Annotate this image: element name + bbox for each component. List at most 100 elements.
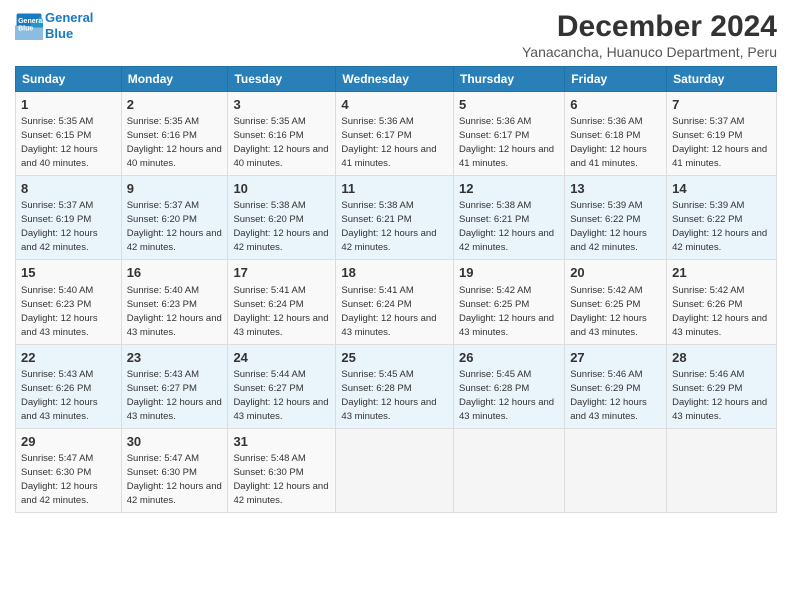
day-number: 19 <box>459 264 559 282</box>
week-row-1: 1 Sunrise: 5:35 AMSunset: 6:15 PMDaylight… <box>16 92 777 176</box>
week-row-2: 8Sunrise: 5:37 AMSunset: 6:19 PMDaylight… <box>16 176 777 260</box>
logo-text: General Blue <box>45 10 93 41</box>
calendar-cell: 9Sunrise: 5:37 AMSunset: 6:20 PMDaylight… <box>121 176 228 260</box>
header: General Blue General Blue December 2024 … <box>15 10 777 60</box>
calendar-cell: 4 Sunrise: 5:36 AMSunset: 6:17 PMDaylight… <box>336 92 454 176</box>
cell-content: Sunrise: 5:36 AMSunset: 6:18 PMDaylight:… <box>570 116 647 169</box>
day-number: 17 <box>233 264 330 282</box>
svg-text:Blue: Blue <box>18 25 33 32</box>
day-number: 28 <box>672 349 771 367</box>
day-number: 31 <box>233 433 330 451</box>
header-sunday: Sunday <box>16 67 122 92</box>
cell-content: Sunrise: 5:36 AMSunset: 6:17 PMDaylight:… <box>341 116 436 169</box>
day-number: 4 <box>341 96 448 114</box>
calendar-cell: 18Sunrise: 5:41 AMSunset: 6:24 PMDayligh… <box>336 260 454 344</box>
calendar-cell: 21 Sunrise: 5:42 AMSunset: 6:26 PMDayligh… <box>667 260 777 344</box>
day-number: 27 <box>570 349 661 367</box>
day-number: 18 <box>341 264 448 282</box>
calendar-cell: 28Sunrise: 5:46 AMSunset: 6:29 PMDayligh… <box>667 344 777 428</box>
day-number: 30 <box>127 433 223 451</box>
cell-content: Sunrise: 5:42 AMSunset: 6:25 PMDaylight:… <box>459 285 554 338</box>
cell-content: Sunrise: 5:37 AMSunset: 6:19 PMDaylight:… <box>672 116 767 169</box>
calendar-cell: 19 Sunrise: 5:42 AMSunset: 6:25 PMDayligh… <box>454 260 565 344</box>
cell-content: Sunrise: 5:39 AMSunset: 6:22 PMDaylight:… <box>570 200 647 253</box>
calendar-cell: 20 Sunrise: 5:42 AMSunset: 6:25 PMDayligh… <box>565 260 667 344</box>
week-row-4: 22 Sunrise: 5:43 AMSunset: 6:26 PMDayligh… <box>16 344 777 428</box>
day-number: 6 <box>570 96 661 114</box>
svg-text:General: General <box>18 17 43 24</box>
day-number: 25 <box>341 349 448 367</box>
day-number: 10 <box>233 180 330 198</box>
cell-content: Sunrise: 5:40 AMSunset: 6:23 PMDaylight:… <box>21 285 98 338</box>
calendar-cell: 24 Sunrise: 5:44 AMSunset: 6:27 PMDayligh… <box>228 344 336 428</box>
calendar-cell: 27 Sunrise: 5:46 AMSunset: 6:29 PMDayligh… <box>565 344 667 428</box>
calendar-cell: 31Sunrise: 5:48 AMSunset: 6:30 PMDayligh… <box>228 428 336 512</box>
day-number: 26 <box>459 349 559 367</box>
cell-content: Sunrise: 5:46 AMSunset: 6:29 PMDaylight:… <box>570 369 647 422</box>
week-row-5: 29 Sunrise: 5:47 AMSunset: 6:30 PMDayligh… <box>16 428 777 512</box>
cell-content: Sunrise: 5:38 AMSunset: 6:20 PMDaylight:… <box>233 200 328 253</box>
header-friday: Friday <box>565 67 667 92</box>
day-number: 9 <box>127 180 223 198</box>
calendar-cell <box>667 428 777 512</box>
day-number: 12 <box>459 180 559 198</box>
day-number: 13 <box>570 180 661 198</box>
page: General Blue General Blue December 2024 … <box>0 0 792 612</box>
cell-content: Sunrise: 5:35 AMSunset: 6:16 PMDaylight:… <box>127 116 222 169</box>
calendar-cell: 29 Sunrise: 5:47 AMSunset: 6:30 PMDayligh… <box>16 428 122 512</box>
header-monday: Monday <box>121 67 228 92</box>
day-number: 5 <box>459 96 559 114</box>
calendar-cell: 3Sunrise: 5:35 AMSunset: 6:16 PMDaylight… <box>228 92 336 176</box>
day-number: 16 <box>127 264 223 282</box>
week-row-3: 15 Sunrise: 5:40 AMSunset: 6:23 PMDayligh… <box>16 260 777 344</box>
day-number: 15 <box>21 264 116 282</box>
cell-content: Sunrise: 5:43 AMSunset: 6:26 PMDaylight:… <box>21 369 98 422</box>
calendar-cell: 14Sunrise: 5:39 AMSunset: 6:22 PMDayligh… <box>667 176 777 260</box>
calendar-cell: 30 Sunrise: 5:47 AMSunset: 6:30 PMDayligh… <box>121 428 228 512</box>
cell-content: Sunrise: 5:42 AMSunset: 6:26 PMDaylight:… <box>672 285 767 338</box>
cell-content: Sunrise: 5:36 AMSunset: 6:17 PMDaylight:… <box>459 116 554 169</box>
day-number: 20 <box>570 264 661 282</box>
calendar-cell: 10 Sunrise: 5:38 AMSunset: 6:20 PMDayligh… <box>228 176 336 260</box>
cell-content: Sunrise: 5:40 AMSunset: 6:23 PMDaylight:… <box>127 285 222 338</box>
calendar-cell: 22 Sunrise: 5:43 AMSunset: 6:26 PMDayligh… <box>16 344 122 428</box>
cell-content: Sunrise: 5:35 AMSunset: 6:15 PMDaylight:… <box>21 116 98 169</box>
calendar-cell: 12Sunrise: 5:38 AMSunset: 6:21 PMDayligh… <box>454 176 565 260</box>
day-number: 7 <box>672 96 771 114</box>
logo-icon: General Blue <box>15 12 43 40</box>
day-number: 22 <box>21 349 116 367</box>
header-tuesday: Tuesday <box>228 67 336 92</box>
calendar-cell <box>336 428 454 512</box>
calendar-cell: 23Sunrise: 5:43 AMSunset: 6:27 PMDayligh… <box>121 344 228 428</box>
calendar-cell: 11Sunrise: 5:38 AMSunset: 6:21 PMDayligh… <box>336 176 454 260</box>
header-wednesday: Wednesday <box>336 67 454 92</box>
cell-content: Sunrise: 5:43 AMSunset: 6:27 PMDaylight:… <box>127 369 222 422</box>
cell-content: Sunrise: 5:47 AMSunset: 6:30 PMDaylight:… <box>21 453 98 506</box>
calendar-cell: 5 Sunrise: 5:36 AMSunset: 6:17 PMDaylight… <box>454 92 565 176</box>
main-title: December 2024 <box>522 10 777 44</box>
day-number: 21 <box>672 264 771 282</box>
calendar-cell: 13 Sunrise: 5:39 AMSunset: 6:22 PMDayligh… <box>565 176 667 260</box>
calendar-cell: 17Sunrise: 5:41 AMSunset: 6:24 PMDayligh… <box>228 260 336 344</box>
subtitle: Yanacancha, Huanuco Department, Peru <box>522 44 777 60</box>
day-number: 14 <box>672 180 771 198</box>
calendar-cell: 2 Sunrise: 5:35 AMSunset: 6:16 PMDaylight… <box>121 92 228 176</box>
logo-line2: Blue <box>45 26 73 41</box>
calendar-cell: 8Sunrise: 5:37 AMSunset: 6:19 PMDaylight… <box>16 176 122 260</box>
cell-content: Sunrise: 5:38 AMSunset: 6:21 PMDaylight:… <box>341 200 436 253</box>
header-row: SundayMondayTuesdayWednesdayThursdayFrid… <box>16 67 777 92</box>
cell-content: Sunrise: 5:47 AMSunset: 6:30 PMDaylight:… <box>127 453 222 506</box>
day-number: 2 <box>127 96 223 114</box>
logo-line1: General <box>45 10 93 25</box>
cell-content: Sunrise: 5:44 AMSunset: 6:27 PMDaylight:… <box>233 369 328 422</box>
day-number: 1 <box>21 96 116 114</box>
cell-content: Sunrise: 5:42 AMSunset: 6:25 PMDaylight:… <box>570 285 647 338</box>
logo: General Blue General Blue <box>15 10 93 41</box>
calendar-cell: 15 Sunrise: 5:40 AMSunset: 6:23 PMDayligh… <box>16 260 122 344</box>
day-number: 29 <box>21 433 116 451</box>
calendar-cell: 7 Sunrise: 5:37 AMSunset: 6:19 PMDaylight… <box>667 92 777 176</box>
cell-content: Sunrise: 5:45 AMSunset: 6:28 PMDaylight:… <box>459 369 554 422</box>
calendar-table: SundayMondayTuesdayWednesdayThursdayFrid… <box>15 66 777 513</box>
title-block: December 2024 Yanacancha, Huanuco Depart… <box>522 10 777 60</box>
day-number: 24 <box>233 349 330 367</box>
